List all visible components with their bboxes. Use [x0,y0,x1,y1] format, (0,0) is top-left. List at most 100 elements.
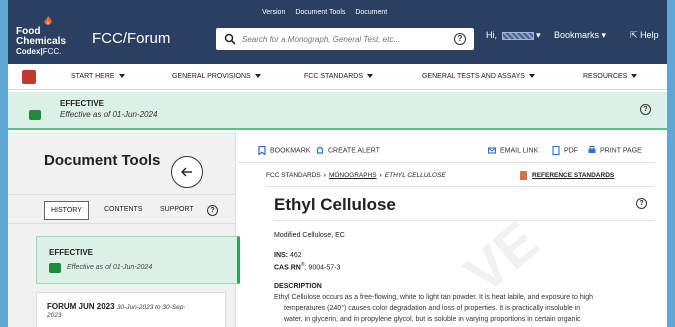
description-text: Ethyl Cellulose occurs as a free-flowing… [274,292,658,325]
print-page-label: PRINT PAGE [600,147,642,155]
bookmarks-label: Bookmarks [554,30,600,40]
search-help-icon[interactable]: ? [454,33,466,45]
nav-general-provisions[interactable]: GENERAL PROVISIONS [172,73,261,80]
logo-line-3: Codex|FCC. [16,47,62,56]
breadcrumb: FCC STANDARDS › MONOGRAPHS › ETHYL CELLULOSE [266,172,446,179]
help-label: Help [640,30,659,40]
ins-value: 462 [289,252,302,259]
breadcrumb-monographs[interactable]: MONOGRAPHS [329,172,377,179]
help-icon[interactable]: ? [640,104,651,115]
help-icon[interactable]: ? [636,198,647,209]
top-link-version[interactable]: Version [262,9,285,16]
print-page-button[interactable]: PRINT PAGE [588,146,642,155]
card-title-text: FORUM JUN 2023 [47,302,115,311]
app-title: FCC/Forum [92,30,171,47]
fcc-logo[interactable]: Food Chemicals Codex|FCC. [16,14,80,56]
search-box: ? [216,28,474,50]
title-divider [274,220,654,221]
nav-general-tests[interactable]: GENERAL TESTS AND ASSAYS [422,73,535,80]
bookmarks-menu[interactable]: Bookmarks ▾ [554,30,606,41]
description-line: temperatures (240°) causes color degrada… [284,305,581,312]
bookmark-button[interactable]: BOOKMARK [258,146,310,155]
pdf-button[interactable]: PDF [552,146,578,155]
logo-codex: Codex [16,47,41,56]
top-header: Food Chemicals Codex|FCC. FCC/Forum Vers… [8,0,667,64]
email-icon [488,147,496,154]
description-line: water, in glycerin, and in propylene gly… [284,316,581,323]
app-window: Food Chemicals Codex|FCC. FCC/Forum Vers… [8,0,667,327]
help-link[interactable]: ⇱ Help [630,30,659,41]
home-icon[interactable] [22,70,36,84]
top-link-document-tools[interactable]: Document Tools [295,9,345,16]
doc-toolbar: BOOKMARK CREATE ALERT EMAIL LINK PDF PRI… [258,146,654,158]
card-range: 30-Jun-2023 to 30-Sep- [116,304,186,311]
email-link-button[interactable]: EMAIL LINK [488,146,538,155]
nav-start-here[interactable]: START HERE [71,73,125,80]
caret-down-icon [631,74,638,79]
caret-down-icon [254,74,261,79]
card-range-cont: 2023 [47,312,62,319]
ins-number: INS: 462 [274,252,302,259]
panel-tabs: HISTORY CONTENTS SUPPORT ? [8,194,236,224]
pdf-label: PDF [564,147,578,155]
logo-fcc: FCC. [42,47,62,56]
effective-banner: EFFECTIVE Effective as of 01-Jun-2024 ? [8,92,667,130]
reference-standards-label: REFERENCE STANDARDS [532,172,615,180]
email-link-label: EMAIL LINK [500,147,539,155]
nav-label: GENERAL PROVISIONS [172,73,251,80]
pdf-icon [552,146,560,155]
card-subtitle: Effective as of 01-Jun-2024 [67,264,153,271]
redacted-username [501,31,534,40]
chevron-right-icon: › [379,172,382,179]
cas-number: CAS RN®: 9004-57-3 [274,262,341,272]
cas-label: CAS RN [274,264,301,272]
top-links: Version Document Tools Document [262,9,395,16]
search-icon[interactable] [224,33,236,45]
help-icon[interactable]: ? [207,205,218,216]
check-icon [29,110,41,120]
tab-history[interactable]: HISTORY [44,201,89,220]
banner-date: Effective as of 01-Jun-2024 [60,110,158,119]
tab-contents[interactable]: CONTENTS [104,206,143,213]
card-title: FORUM JUN 2023 30-Jun-2023 to 30-Sep- [47,302,185,311]
main-nav: START HERE GENERAL PROVISIONS FCC STANDA… [8,64,667,90]
arrow-left-icon [181,167,192,177]
banner-status: EFFECTIVE [60,99,105,108]
chevron-down-icon: ▾ [601,30,607,40]
flame-logo-icon [44,15,52,25]
card-title: EFFECTIVE [49,248,94,257]
synonyms: Modified Cellulose, EC [274,232,345,239]
nav-label: START HERE [71,73,115,80]
external-link-icon: ⇱ [630,30,638,40]
breadcrumb-divider [266,186,654,187]
chevron-right-icon: › [323,172,326,179]
chevron-down-icon: ▾ [536,30,541,40]
caret-down-icon [528,74,535,79]
user-menu[interactable]: Hi, ▾ [486,30,541,41]
nav-resources[interactable]: RESOURCES [583,73,638,80]
search-input[interactable] [242,31,442,47]
ins-label: INS: [274,252,288,259]
history-card-forum[interactable]: FORUM JUN 2023 30-Jun-2023 to 30-Sep- 20… [36,292,226,327]
monograph-title: Ethyl Cellulose [274,195,396,214]
create-alert-button[interactable]: CREATE ALERT [316,146,380,155]
history-card-effective[interactable]: EFFECTIVE Effective as of 01-Jun-2024 [36,236,240,284]
bookmark-icon [258,146,266,155]
description-heading: DESCRIPTION [274,283,322,290]
document-tools-title: Document Tools [44,152,161,169]
nav-label: GENERAL TESTS AND ASSAYS [422,73,525,80]
bell-icon [316,146,324,154]
breadcrumb-fcc-standards[interactable]: FCC STANDARDS [266,172,321,179]
greeting: Hi, [486,30,497,40]
caret-down-icon [366,74,373,79]
back-button[interactable] [171,156,203,188]
description-line: Ethyl Cellulose occurs as a free-flowing… [274,294,594,301]
tab-support[interactable]: SUPPORT [160,206,194,213]
reference-standards-link[interactable]: REFERENCE STANDARDS [520,171,614,180]
check-icon [49,263,61,273]
top-link-document[interactable]: Document [355,9,387,16]
caret-down-icon [118,74,125,79]
nav-label: FCC STANDARDS [304,73,363,80]
nav-fcc-standards[interactable]: FCC STANDARDS [304,73,373,80]
bookmark-label: BOOKMARK [270,147,311,155]
